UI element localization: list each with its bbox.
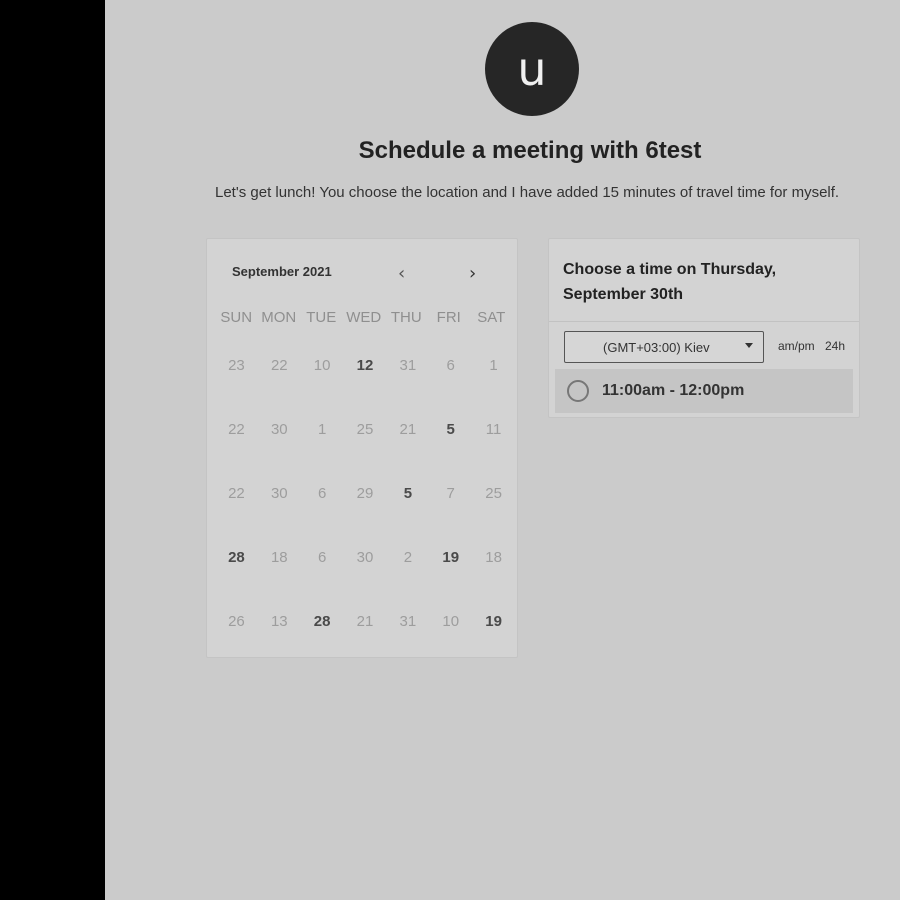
time-selection-panel: Choose a time on Thursday, September 30t… (548, 238, 860, 418)
left-black-bar (0, 0, 105, 900)
weekday-label: SAT (477, 309, 506, 326)
calendar-day: 29 (356, 485, 374, 502)
calendar-day: 22 (270, 357, 288, 374)
calendar-day: 7 (446, 485, 455, 502)
time-slot-label: 11:00am - 12:00pm (602, 382, 745, 399)
time-panel-heading: Choose a time on Thursday, September 30t… (563, 257, 823, 307)
calendar-day: 6 (317, 485, 327, 502)
calendar-day: 30 (270, 421, 288, 438)
calendar-day: 2 (403, 549, 413, 566)
calendar-week-row: 26 13 28 21 31 10 19 (215, 605, 515, 669)
calendar-day-available[interactable]: 5 (386, 477, 429, 541)
calendar-day-available[interactable]: 5 (429, 413, 472, 477)
calendar-day: 30 (270, 485, 288, 502)
scheduling-page: u Schedule a meeting with 6test Let's ge… (105, 0, 900, 900)
calendar-day-grid: 23 22 10 12 31 6 1 22 30 1 25 21 5 11 22 30 6 29 5 7 25 28 18 6… (215, 349, 515, 669)
calendar-day: 1 (489, 357, 498, 374)
page-description: Let's get lunch! You choose the location… (215, 184, 840, 201)
calendar-day-available[interactable]: 28 (215, 541, 258, 605)
calendar-day: 25 (485, 485, 502, 502)
calendar-day: 21 (399, 421, 417, 438)
page-title: Schedule a meeting with 6test (358, 137, 702, 164)
caret-down-icon (745, 343, 753, 348)
chevron-left-icon[interactable]: ‹ (398, 263, 405, 284)
time-heading-line1: Choose a time on Thursday, (563, 261, 777, 278)
timezone-select[interactable]: (GMT+03:00) Kiev (564, 331, 764, 363)
calendar-day: 18 (270, 549, 288, 566)
avatar-letter: u (517, 42, 547, 96)
calendar-day: 31 (399, 613, 417, 630)
calendar-week-row: 22 30 1 25 21 5 11 (215, 413, 515, 477)
calendar-day: 6 (317, 549, 327, 566)
weekday-label: THU (390, 309, 422, 326)
calendar-day: 18 (485, 549, 502, 566)
time-slot[interactable]: 11:00am - 12:00pm (555, 369, 853, 413)
timezone-value: (GMT+03:00) Kiev (603, 339, 710, 355)
calendar-day-available[interactable]: 28 (301, 605, 344, 669)
calendar-day: 22 (228, 485, 245, 502)
weekday-label: MON (261, 309, 297, 326)
weekday-label: TUE (306, 309, 337, 326)
calendar-day: 30 (356, 549, 374, 566)
time-heading-line2: September 30th (563, 286, 684, 303)
weekday-label: FRI (436, 309, 461, 326)
divider (549, 321, 859, 322)
calendar-day-available[interactable]: 19 (472, 605, 515, 669)
calendar-week-row: 22 30 6 29 5 7 25 (215, 477, 515, 541)
weekday-label: SUN (220, 309, 253, 326)
calendar-day-available[interactable]: 19 (429, 541, 472, 605)
calendar-weekday-header: SUN MON TUE WED THU FRI SAT (215, 309, 515, 326)
avatar: u (485, 22, 579, 116)
chevron-right-icon[interactable]: › (469, 263, 476, 284)
calendar-day: 13 (270, 613, 288, 630)
format-24h-toggle[interactable]: 24h (825, 339, 845, 353)
calendar-day-available[interactable]: 12 (344, 349, 387, 413)
calendar-week-row: 28 18 6 30 2 19 18 (215, 541, 515, 605)
calendar-panel: September 2021 ‹ › SUN MON TUE WED THU F… (206, 238, 518, 658)
radio-circle-icon[interactable] (567, 380, 589, 402)
calendar-week-row: 23 22 10 12 31 6 1 (215, 349, 515, 413)
calendar-day: 11 (485, 421, 502, 438)
calendar-day: 10 (442, 613, 460, 630)
calendar-day: 22 (228, 421, 245, 438)
weekday-label: WED (346, 309, 382, 326)
calendar-day: 1 (317, 421, 327, 438)
calendar-day: 6 (446, 357, 455, 374)
format-ampm-toggle[interactable]: am/pm (778, 339, 815, 353)
calendar-day: 31 (399, 357, 417, 374)
calendar-day: 21 (356, 613, 374, 630)
calendar-day: 25 (356, 421, 374, 438)
calendar-day: 23 (228, 357, 245, 374)
calendar-day: 26 (228, 613, 245, 630)
calendar-month-label: September 2021 (232, 264, 332, 279)
calendar-day: 10 (313, 357, 331, 374)
